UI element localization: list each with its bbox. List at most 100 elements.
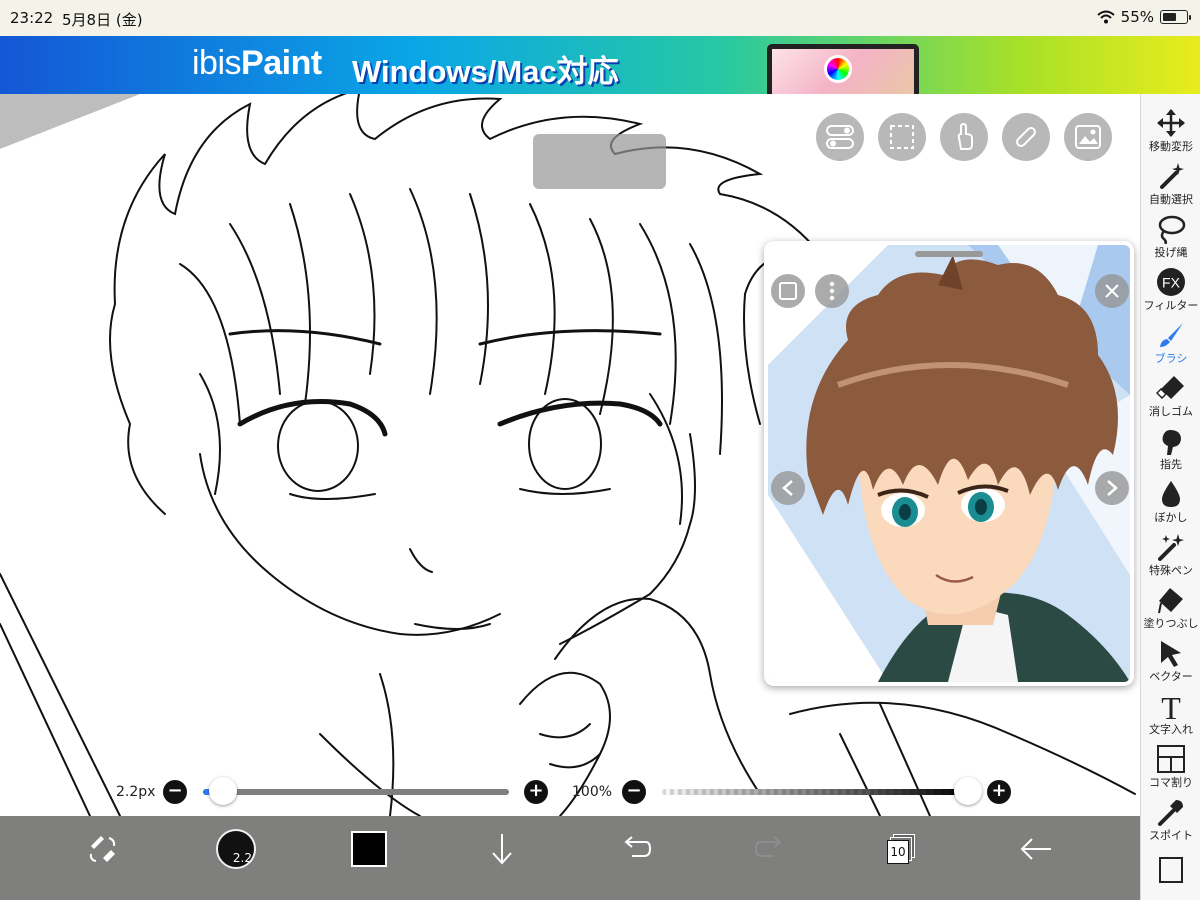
tool-text[interactable]: T 文字入れ [1141,687,1200,740]
battery-icon [1160,10,1191,24]
tool-eyedropper[interactable]: スポイト [1141,793,1200,846]
current-color-swatch [351,831,387,867]
ad-banner[interactable]: ibisPaint Windows/Mac対応 [0,36,1200,94]
status-right: 55% [1096,8,1191,26]
move-icon [1157,109,1185,137]
toggle-settings-button[interactable] [816,113,864,161]
color-button[interactable] [350,826,388,872]
special-pen-icon [1158,534,1184,561]
banner-device-image [767,44,919,94]
back-button[interactable] [1016,826,1056,872]
brush-size-increase-button[interactable]: + [524,780,548,804]
status-bar: 23:22 5月8日 (金) 55% [0,0,1200,36]
layer-count: 10 [887,840,909,864]
status-date: 5月8日 (金) [62,11,143,29]
reference-close-button[interactable] [1095,274,1129,308]
arrow-left-icon [1020,838,1051,860]
tool-label: ぼかし [1154,511,1188,524]
hand-tap-icon [957,123,973,150]
tool-auto-select[interactable]: 自動選択 [1141,157,1200,210]
frame-divider-icon [1157,745,1185,773]
opacity-slider-knob[interactable] [954,777,982,805]
opacity-decrease-button[interactable]: − [622,780,646,804]
tool-lasso[interactable]: 投げ縄 [1141,210,1200,263]
tool-blur[interactable]: ぼかし [1141,475,1200,528]
reference-prev-button[interactable] [771,471,805,505]
chevron-left-icon [782,480,793,496]
undo-button[interactable] [616,826,656,872]
magic-wand-icon [1160,163,1184,189]
ruler-icon [1016,127,1036,147]
status-time: 23:22 [10,9,54,27]
tool-finger[interactable]: 指先 [1141,422,1200,475]
redo-button[interactable] [750,826,790,872]
tool-more[interactable] [1141,850,1200,883]
brush-size-decrease-button[interactable]: − [163,780,187,804]
image-icon [1075,125,1101,149]
tool-label: 特殊ペン [1149,564,1193,577]
tool-label: 指先 [1160,458,1182,471]
tool-brush[interactable]: ブラシ [1141,316,1200,369]
scroll-down-button[interactable] [484,826,520,872]
svg-text:FX: FX [1162,275,1181,291]
tool-special-pen[interactable]: 特殊ペン [1141,528,1200,581]
blur-drop-icon [1162,481,1180,507]
redo-icon [754,836,782,857]
selection-layer-button[interactable] [878,113,926,161]
square-frame-icon [779,282,797,300]
battery-percent: 55% [1120,8,1154,26]
tool-fill[interactable]: 塗りつぶし [1141,581,1200,634]
reference-frame-button[interactable] [771,274,805,308]
layers-button[interactable]: 10 [884,826,920,872]
tool-label: 文字入れ [1149,723,1193,736]
opacity-slider[interactable] [662,777,982,805]
eyedropper-icon [1158,800,1183,826]
svg-text:T: T [1161,691,1181,721]
ibispaint-app: 23:22 5月8日 (金) 55% ibisPaint Windows/Mac… [0,0,1200,900]
opacity-increase-button[interactable]: + [987,780,1011,804]
tool-label: ベクター [1149,670,1193,683]
chevron-right-icon [1107,480,1118,496]
tool-label: 移動変形 [1149,140,1193,153]
tool-label: ブラシ [1154,352,1188,365]
brush-size-badge: 2.2 [232,851,252,865]
reference-image [768,245,1130,682]
tool-eraser[interactable]: 消しゴム [1141,369,1200,422]
fill-bucket-icon [1158,588,1183,614]
reference-next-button[interactable] [1095,471,1129,505]
tool-label: 塗りつぶし [1143,617,1199,630]
arrow-down-icon [492,834,512,865]
tool-label: スポイト [1149,829,1193,842]
touch-mode-button[interactable] [940,113,988,161]
reference-window-drag-handle[interactable] [915,251,983,257]
canvas-icon [1159,857,1183,883]
tool-filter[interactable]: FX フィルター [1141,263,1200,316]
close-icon [1105,284,1119,298]
brush-size-slider-knob[interactable] [209,777,237,805]
fx-filter-icon: FX [1157,268,1185,296]
more-vertical-icon [829,281,835,301]
reference-window[interactable] [764,241,1134,686]
reference-menu-button[interactable] [815,274,849,308]
hint-overlay [533,134,666,189]
toggle-icon [826,125,854,149]
tool-vector[interactable]: ベクター [1141,634,1200,687]
reference-image-button[interactable] [1064,113,1112,161]
vector-cursor-icon [1161,641,1181,667]
tool-frame-divider[interactable]: コマ割り [1141,740,1200,793]
brush-size-slider[interactable] [203,777,509,805]
tool-label: 自動選択 [1149,193,1193,206]
color-wheel-icon [824,55,852,83]
text-icon: T [1161,691,1181,721]
brush-size-preview-button[interactable]: 2.2 [214,826,258,872]
swap-pen-eraser-icon [89,836,116,862]
ruler-button[interactable] [1002,113,1050,161]
tool-move-transform[interactable]: 移動変形 [1141,104,1200,157]
brush-size-label: 2.2px [116,784,156,800]
bottom-toolbar [0,816,1140,900]
eraser-icon [1156,376,1184,400]
tool-swap-button[interactable] [82,826,122,872]
tool-label: 消しゴム [1149,405,1193,418]
banner-tagline: Windows/Mac対応 [352,54,619,89]
wifi-icon [1096,10,1115,24]
